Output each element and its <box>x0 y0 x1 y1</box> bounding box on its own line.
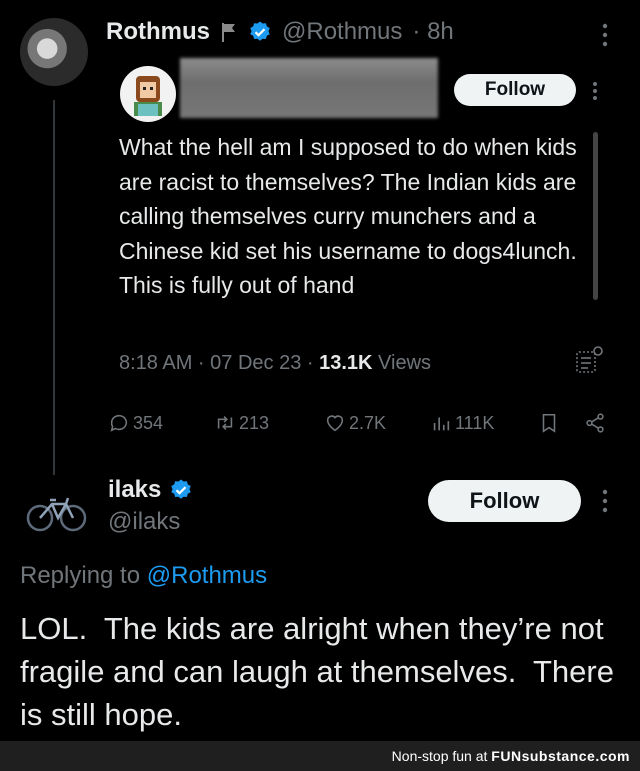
bicycle-icon <box>26 497 87 532</box>
like-count-value: 2.7K <box>349 412 387 433</box>
verified-badge-icon <box>250 21 270 41</box>
views-stat-value: 111K <box>455 412 495 433</box>
watermark-brand: FUNsubstance.com <box>491 748 630 764</box>
views-label: Views <box>372 352 432 374</box>
reply-author-name[interactable]: ilaks <box>108 476 161 504</box>
reply-more-options-icon[interactable] <box>597 488 613 519</box>
thread-line <box>53 100 55 475</box>
tweet-meta: 8:18 AM · 07 Dec 23 · 13.1K Views <box>119 352 431 375</box>
follow-button-ilaks[interactable]: Follow <box>428 480 581 522</box>
author-name[interactable]: Rothmus <box>106 18 210 46</box>
flag-icon <box>222 23 235 42</box>
reply-author-handle[interactable]: @ilaks <box>108 508 180 536</box>
views-stat[interactable]: 111K <box>430 412 494 434</box>
heart-icon <box>326 415 344 432</box>
replying-to-link[interactable]: @Rothmus <box>147 562 267 589</box>
grok-analyze-icon[interactable] <box>574 344 604 381</box>
pixel-avatar-icon <box>134 76 162 116</box>
views-count: 13.1K <box>319 352 373 374</box>
analytics-icon <box>433 417 450 431</box>
watermark-footer: Non-stop fun at FUNsubstance.com <box>0 741 640 771</box>
reply-tweet-text: LOL. The kids are alright when they’re n… <box>20 611 623 732</box>
retweet-count-value: 213 <box>239 412 270 433</box>
avatar-quoted-author[interactable] <box>120 66 176 122</box>
avatar-rothmus[interactable] <box>20 18 88 86</box>
retweet-count[interactable]: 213 <box>214 412 269 434</box>
like-count[interactable]: 2.7K <box>324 412 386 434</box>
reply-icon <box>110 414 128 432</box>
reply-count-value: 354 <box>133 412 164 433</box>
quoted-more-options-icon[interactable] <box>588 80 602 107</box>
reply-author-row: ilaks <box>108 476 193 504</box>
verified-badge-icon <box>171 479 192 499</box>
avatar-ilaks[interactable] <box>22 478 90 546</box>
tweet-header: Rothmus @Rothmus · 8h <box>106 18 454 46</box>
reply-count[interactable]: 354 <box>108 412 163 434</box>
redacted-author-name <box>180 58 438 118</box>
watermark-text: Non-stop fun at FUNsubstance.com <box>392 748 630 764</box>
author-handle[interactable]: @Rothmus <box>282 18 402 46</box>
replying-to: Replying to @Rothmus <box>20 562 267 590</box>
bookmark-button[interactable] <box>538 412 560 434</box>
retweet-icon <box>217 416 233 430</box>
tweet-timestamp: 8:18 AM · 07 Dec 23 · <box>119 352 320 374</box>
replying-prefix: Replying to <box>20 562 147 589</box>
more-options-icon[interactable] <box>596 22 614 53</box>
tweet-time: · 8h <box>412 18 454 45</box>
bookmark-icon <box>542 413 556 433</box>
quoted-tweet-text: What the hell am I supposed to do when k… <box>119 134 577 298</box>
follow-button-quoted[interactable]: Follow <box>454 74 576 106</box>
scrollbar[interactable] <box>593 132 598 300</box>
share-button[interactable] <box>584 412 606 434</box>
watermark-prefix: Non-stop fun at <box>391 748 492 764</box>
share-icon <box>586 413 604 433</box>
